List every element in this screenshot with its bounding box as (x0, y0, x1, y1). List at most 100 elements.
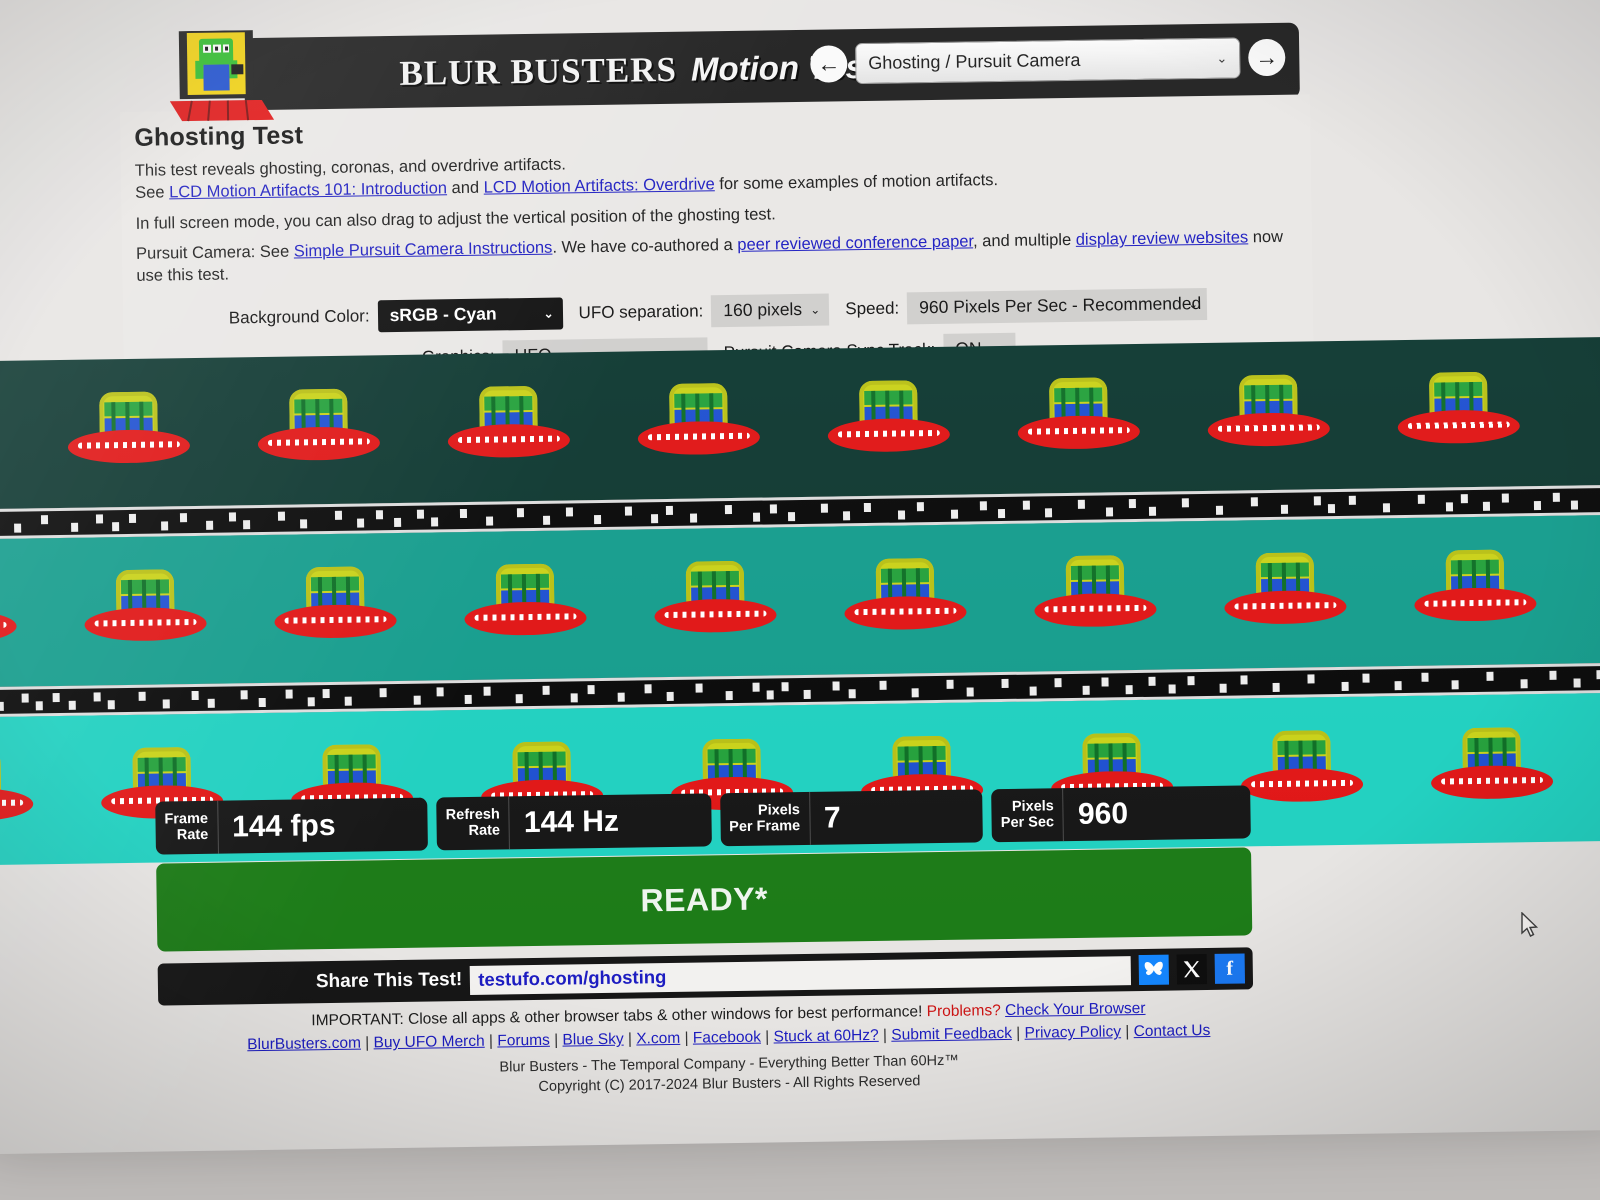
link-conference-paper[interactable]: peer reviewed conference paper (737, 233, 973, 254)
ufo-sprite (0, 572, 17, 650)
stat-card: Frame Rate 144 fps (155, 797, 429, 855)
ufo-separation-select[interactable]: 160 pixels ⌄ (711, 293, 830, 328)
sync-track-tick (1596, 670, 1600, 680)
stat-card: Refresh Rate 144 Hz (436, 793, 712, 851)
sync-track-tick (911, 688, 919, 698)
sync-track-tick (542, 685, 550, 695)
stat-label: Pixels Per Sec (991, 788, 1065, 843)
footer-link-submit-feedback[interactable]: Submit Feedback (891, 1025, 1012, 1044)
facebook-icon[interactable]: f (1214, 953, 1246, 984)
sync-track-tick (206, 520, 214, 530)
footer-link-facebook[interactable]: Facebook (693, 1029, 761, 1047)
sync-track-tick (1417, 494, 1425, 504)
stat-label-line1: Refresh (445, 806, 500, 824)
mouse-pointer (1521, 912, 1539, 937)
x-glyph (1183, 961, 1200, 978)
sync-track-tick (486, 516, 494, 526)
sync-track-tick (1250, 497, 1258, 507)
sync-track-tick (515, 694, 523, 704)
sync-track-tick (587, 685, 595, 695)
stat-card: Pixels Per Sec 960 (991, 785, 1251, 843)
photo-of-monitor: BLUR BUSTERS Motion Tests ← Ghosting / P… (0, 0, 1600, 1200)
speed-value: 960 Pixels Per Sec - Recommended (919, 293, 1202, 318)
sync-track-tick (1327, 504, 1336, 514)
status-banner: READY* (156, 847, 1253, 952)
sync-track-tick (285, 689, 293, 699)
test-navigation: ← Ghosting / Pursuit Camera ⌄ → (810, 37, 1286, 85)
speed-select[interactable]: 960 Pixels Per Sec - Recommended ⌄ (906, 287, 1208, 325)
footer-separator: | (623, 1030, 637, 1048)
sync-track-tick (1348, 495, 1356, 505)
sync-track-tick (689, 513, 698, 523)
link-lcd-artifacts-overdrive[interactable]: LCD Motion Artifacts: Overdrive (484, 175, 715, 196)
sync-track-tick (107, 700, 115, 710)
sync-track-tick (1077, 499, 1085, 509)
sync-track-tick (1451, 680, 1459, 690)
footer-link-forums[interactable]: Forums (497, 1032, 550, 1050)
link-simple-pursuit-instructions[interactable]: Simple Pursuit Camera Instructions (294, 239, 553, 261)
footer-separator: | (549, 1031, 563, 1050)
footer-link-contact-us[interactable]: Contact Us (1134, 1022, 1211, 1040)
link-display-review-websites[interactable]: display review websites (1076, 229, 1249, 250)
bluesky-icon[interactable] (1138, 954, 1170, 986)
sync-track-tick (71, 522, 79, 532)
background-color-control: Background Color: sRGB - Cyan ⌄ (229, 297, 563, 334)
sync-track-tick (375, 510, 384, 520)
x-twitter-icon[interactable] (1176, 954, 1208, 985)
footer-link-privacy-policy[interactable]: Privacy Policy (1024, 1024, 1121, 1042)
sync-track-tick (307, 697, 315, 707)
ufo-band-dark-cyan[interactable] (0, 336, 1600, 510)
sync-track-tick (1181, 498, 1189, 508)
sync-track-tick (1421, 672, 1429, 682)
footer-link-stuck-at-60hz[interactable]: Stuck at 60Hz? (773, 1027, 878, 1046)
desc-text-see: See (135, 183, 170, 202)
footer-link-x-com[interactable]: X.com (636, 1030, 680, 1048)
sync-track-tick (820, 503, 828, 513)
stat-label-line2: Per Frame (729, 817, 801, 835)
sync-track-tick (243, 520, 251, 530)
desc-text-multiple: , and multiple (972, 231, 1076, 251)
sync-track-tick (322, 689, 330, 699)
footer-separator: | (1011, 1024, 1025, 1043)
ufo-sprite (84, 569, 207, 647)
sync-track-tick (1460, 494, 1468, 504)
sync-track-tick (565, 507, 574, 517)
next-test-button[interactable]: → (1248, 38, 1286, 77)
sync-track-tick (394, 517, 402, 528)
sync-track-tick (950, 509, 959, 519)
stat-label-line1: Pixels (1011, 798, 1054, 816)
desc-text-1: This test reveals ghosting, coronas, and… (134, 155, 566, 180)
ufo-sprite (1207, 374, 1331, 452)
ufo-band-mid-cyan[interactable] (0, 514, 1600, 688)
sync-track-tick (766, 690, 774, 700)
share-url-input[interactable]: testufo.com/ghosting (470, 955, 1132, 995)
butterfly-glyph (1144, 961, 1163, 976)
sync-track-tick (752, 682, 760, 692)
ufo-sprite (1034, 555, 1157, 633)
back-arrow-icon: ← (817, 50, 841, 77)
footer-link-buy-ufo-merch[interactable]: Buy UFO Merch (373, 1033, 484, 1052)
sync-track-tick (138, 691, 146, 701)
sync-track-tick (483, 686, 491, 696)
sync-track-tick (1341, 681, 1349, 691)
footer-link-blurbusters-com[interactable]: BlurBusters.com (247, 1035, 361, 1054)
sync-track-tick (665, 505, 674, 515)
sync-track-tick (179, 513, 188, 523)
footer-separator: | (680, 1029, 693, 1048)
ufo-sprite (464, 563, 587, 641)
link-lcd-artifacts-101[interactable]: LCD Motion Artifacts 101: Introduction (169, 179, 447, 201)
test-select-value: Ghosting / Pursuit Camera (868, 49, 1081, 73)
share-url-value: testufo.com/ghosting (478, 966, 667, 990)
footer-problems-text: Problems? (926, 1002, 1001, 1021)
ufo-sprite (0, 749, 34, 827)
sync-track-tick (1501, 493, 1509, 503)
link-check-your-browser[interactable]: Check Your Browser (1005, 1000, 1146, 1019)
test-select-dropdown[interactable]: Ghosting / Pursuit Camera ⌄ (855, 37, 1241, 85)
chevron-down-icon: ⌄ (1216, 50, 1228, 66)
background-color-select[interactable]: sRGB - Cyan ⌄ (377, 297, 563, 333)
footer-link-blue-sky[interactable]: Blue Sky (562, 1031, 623, 1049)
ufo-test-area[interactable] (0, 336, 1600, 866)
previous-test-button[interactable]: ← (810, 45, 848, 83)
sync-track-tick (879, 680, 887, 690)
ufo-sprite (1430, 727, 1554, 805)
